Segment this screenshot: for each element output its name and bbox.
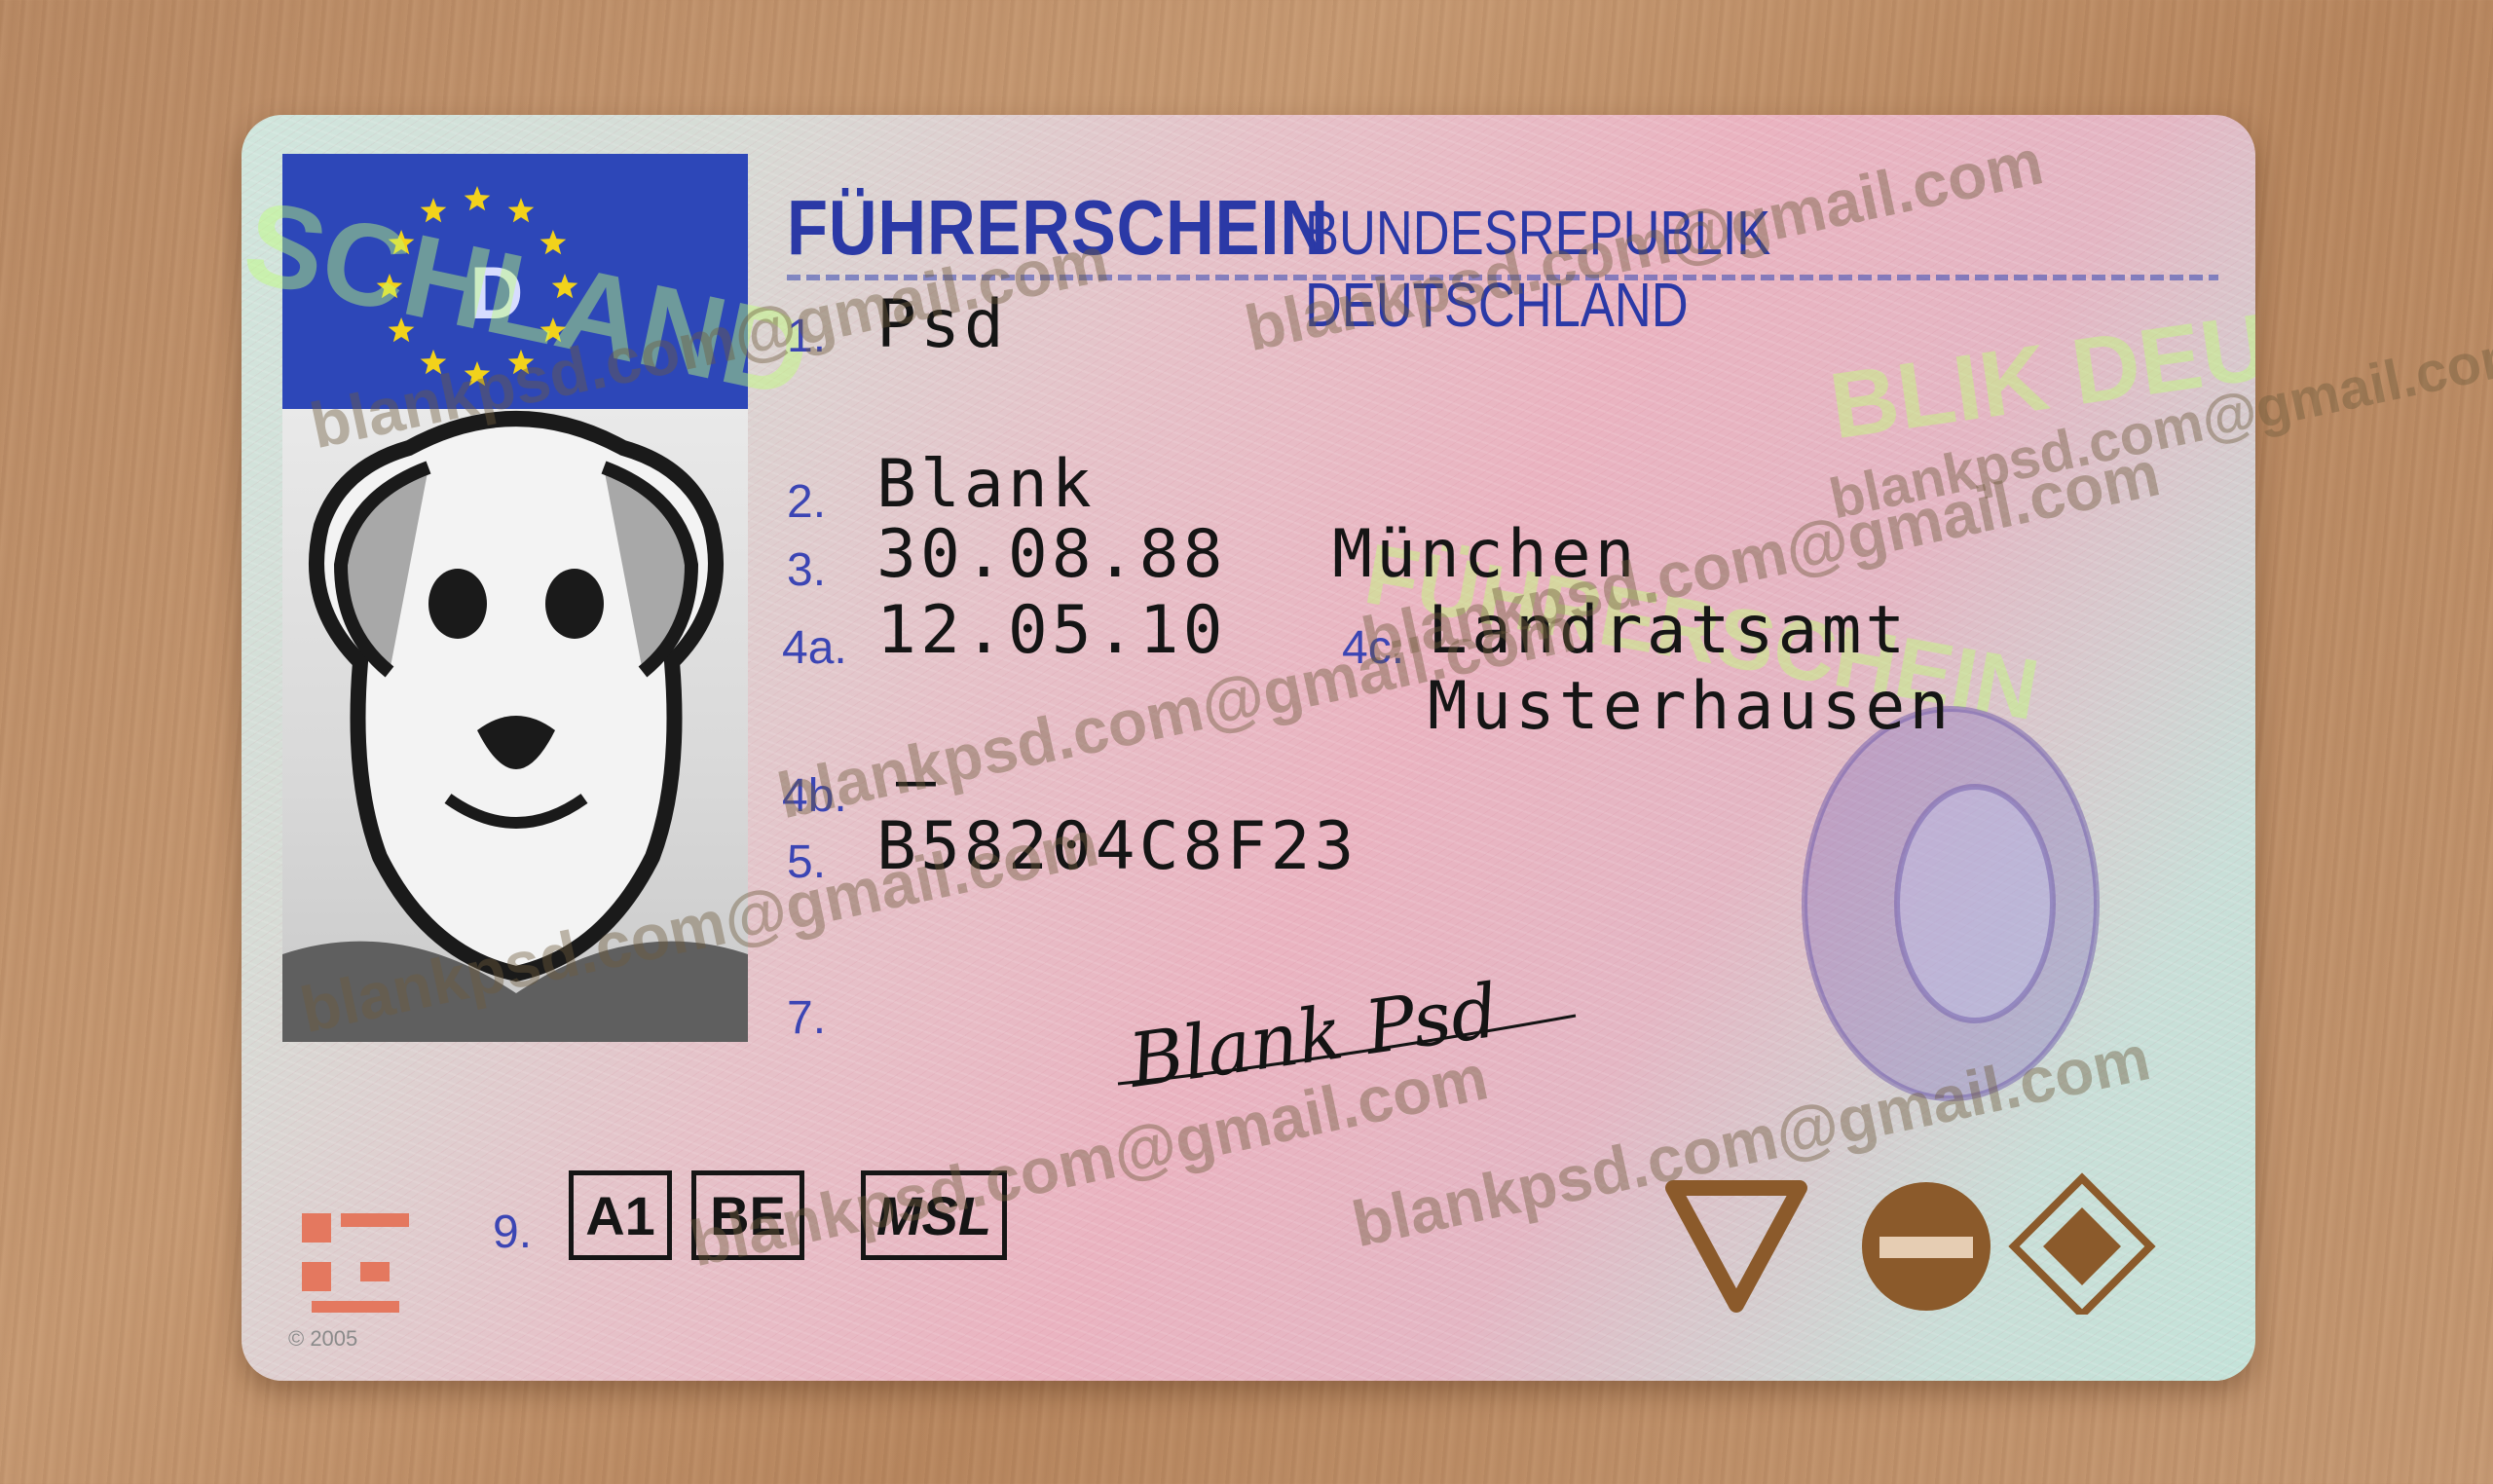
field-birth-place: München [1332,516,1639,593]
field-number: 9. [493,1206,533,1258]
field-number: 2. [787,476,827,528]
eu-star-icon [507,198,535,223]
field-number: 4a. [782,622,847,674]
category-box: BE [691,1170,804,1260]
field-authority: Landratsamt [1428,592,1910,669]
document-title: FÜHRERSCHEIN [787,184,1329,271]
copyright-text: © 2005 [288,1326,358,1351]
driving-licence-card: D FÜHRERSCHEIN BUNDESREPUBLIK DEUTSCHLAN… [242,115,2255,1381]
no-entry-icon [1862,1182,1991,1311]
yield-triangle-icon [1665,1180,1807,1313]
field-authority-line2: Musterhausen [1428,668,1953,745]
eu-star-icon [464,361,491,387]
microprint-line [787,275,2218,280]
field-number: 4b. [782,770,847,822]
eu-star-icon [420,349,447,375]
issuing-country: BUNDESREPUBLIK DEUTSCHLAND [1305,198,1771,340]
field-licence-number: B58204C8F23 [876,808,1358,885]
field-given-name: Blank [876,446,1096,523]
field-number: 4c. [1342,622,1405,674]
category-box: A1 [569,1170,672,1260]
field-birth-date: 30.08.88 [876,516,1227,593]
colour-blocks-icon [302,1213,409,1313]
priority-road-icon [2008,1172,2156,1315]
field-surname: Psd [876,286,1008,363]
signature-text: Blank Psd [1122,967,1504,1103]
eu-star-icon [464,186,491,211]
tyre-icon [1802,706,2100,1101]
holder-photo [282,409,748,1042]
field-issue-date: 12.05.10 [876,592,1227,669]
field-number: 5. [787,836,827,888]
holder-signature: Blank Psd [1117,967,1577,1103]
dog-portrait-icon [282,411,748,1042]
field-number: 1. [787,311,827,362]
field-number: 7. [787,992,827,1044]
field-number: 3. [787,544,827,596]
traffic-signs [1665,1172,2156,1315]
category-box: MSL [861,1170,1007,1260]
